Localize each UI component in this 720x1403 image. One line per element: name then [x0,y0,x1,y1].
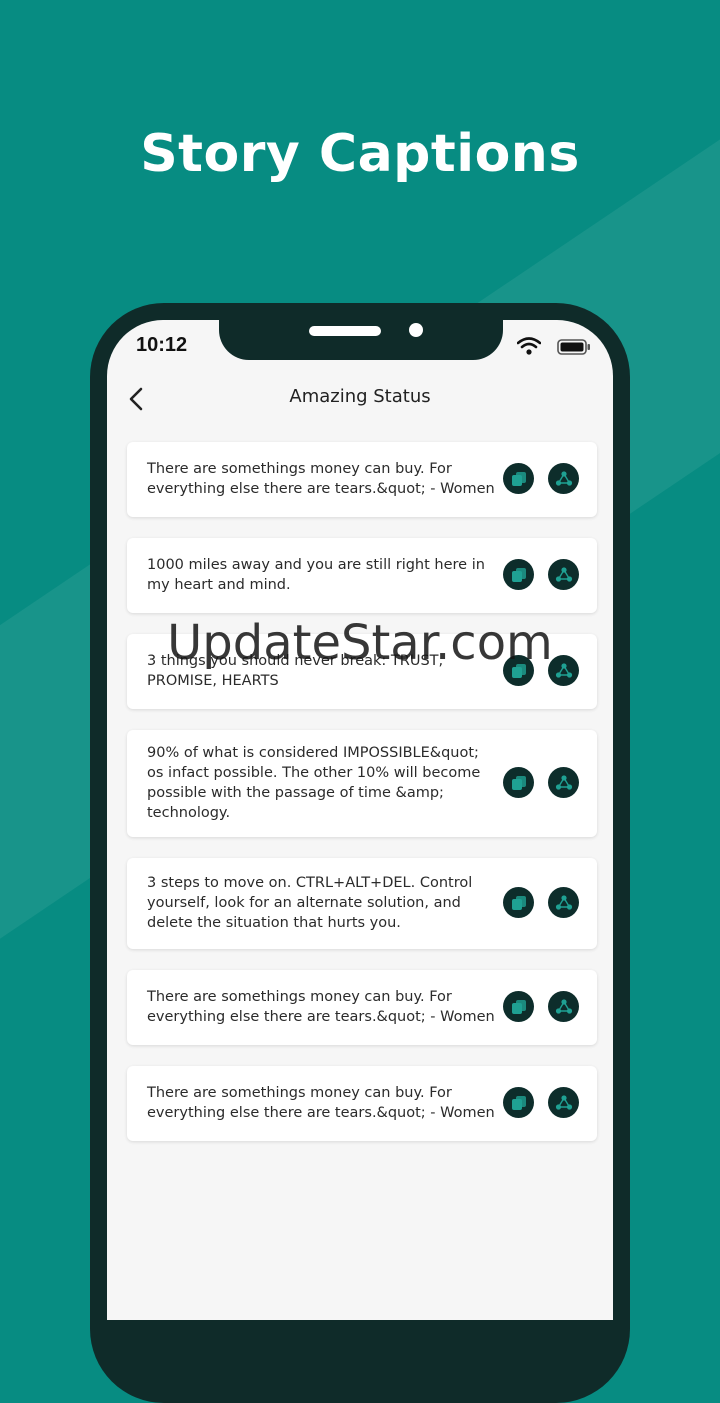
copy-button[interactable] [503,991,534,1022]
copy-icon [511,663,526,678]
caption-card: 3 steps to move on. CTRL+ALT+DEL. Contro… [127,858,597,949]
caption-text: 3 steps to move on. CTRL+ALT+DEL. Contro… [147,874,473,931]
copy-icon [511,1095,526,1110]
copy-button[interactable] [503,887,534,918]
share-icon [555,774,572,790]
copy-icon [511,471,526,486]
share-icon [555,1094,572,1110]
copy-icon [511,567,526,582]
share-icon [555,470,572,486]
caption-card: 1000 miles away and you are still right … [127,538,597,613]
share-button[interactable] [548,887,579,918]
share-button[interactable] [548,463,579,494]
copy-icon [511,775,526,790]
caption-text: There are somethings money can buy. For … [147,1084,495,1121]
caption-card: 3 things you should never break: TRUST, … [127,634,597,709]
card-actions [503,887,579,918]
card-actions [503,767,579,798]
caption-text: 90% of what is considered IMPOSSIBLE&quo… [147,744,481,821]
card-actions [503,655,579,686]
phone-notch [219,320,503,360]
caption-text: 1000 miles away and you are still right … [147,556,485,593]
caption-card: There are somethings money can buy. For … [127,442,597,517]
copy-button[interactable] [503,463,534,494]
share-button[interactable] [548,1087,579,1118]
front-camera [409,323,423,337]
caption-card: There are somethings money can buy. For … [127,1066,597,1141]
caption-card: 90% of what is considered IMPOSSIBLE&quo… [127,730,597,837]
share-button[interactable] [548,991,579,1022]
copy-icon [511,895,526,910]
copy-icon [511,999,526,1014]
battery-icon [557,339,590,355]
share-button[interactable] [548,767,579,798]
card-actions [503,991,579,1022]
share-icon [555,894,572,910]
caption-text: 3 things you should never break: TRUST, … [147,652,444,689]
wifi-icon [517,337,541,355]
app-title: Amazing Status [289,386,431,407]
caption-card: There are somethings money can buy. For … [127,970,597,1045]
status-time: 10:12 [136,334,188,356]
captions-list: There are somethings money can buy. For … [127,442,597,1162]
share-button[interactable] [548,655,579,686]
copy-button[interactable] [503,767,534,798]
caption-text: There are somethings money can buy. For … [147,988,495,1025]
share-icon [555,566,572,582]
card-actions [503,1087,579,1118]
phone-screen: 10:12 Amazing Status There are something… [107,320,613,1320]
share-icon [555,662,572,678]
speaker-grill [309,326,381,336]
copy-button[interactable] [503,655,534,686]
caption-text: There are somethings money can buy. For … [147,460,495,497]
promo-title: Story Captions [140,124,580,184]
card-actions [503,559,579,590]
card-actions [503,463,579,494]
copy-button[interactable] [503,1087,534,1118]
share-icon [555,998,572,1014]
share-button[interactable] [548,559,579,590]
copy-button[interactable] [503,559,534,590]
